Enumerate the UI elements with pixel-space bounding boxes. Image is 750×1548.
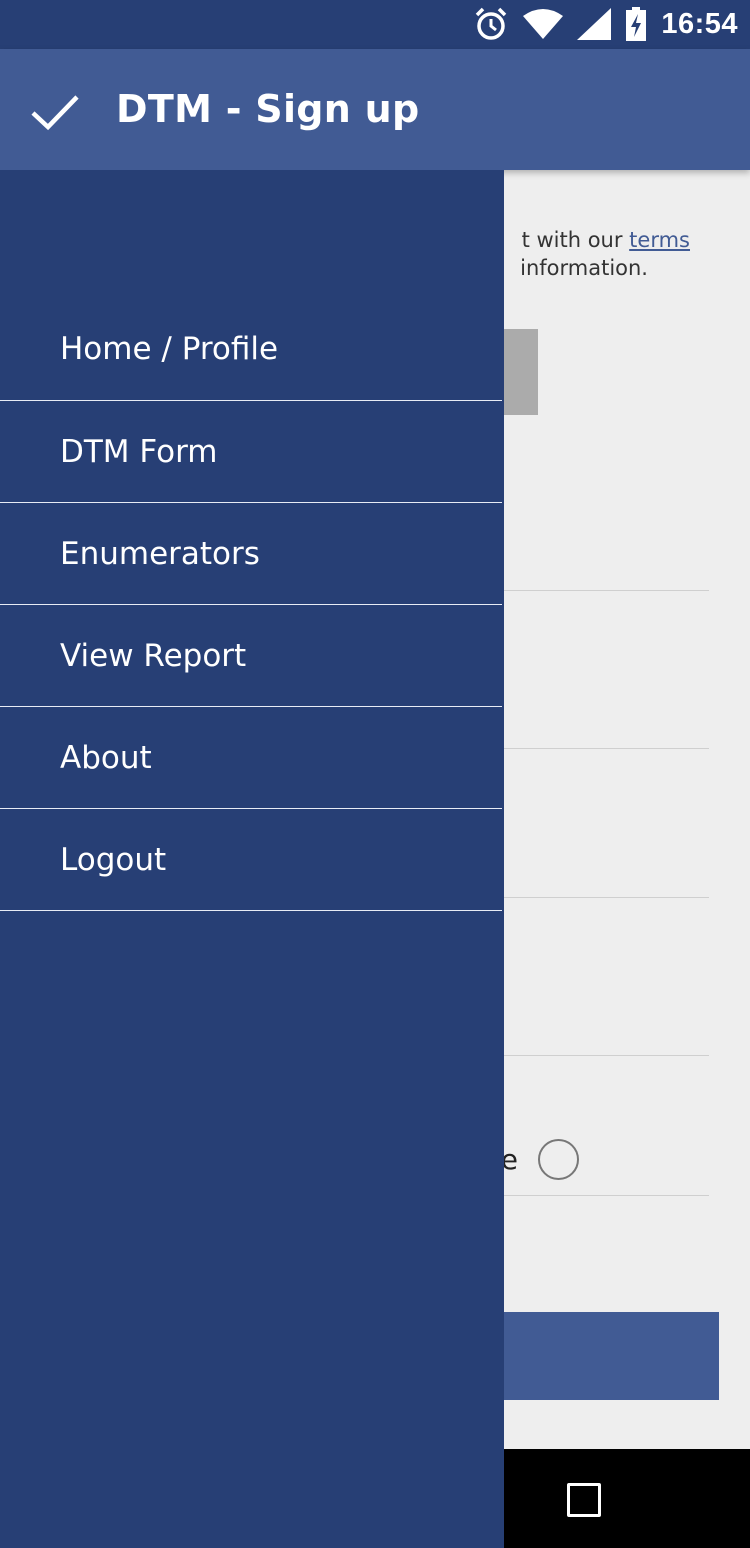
battery-charging-icon (625, 7, 647, 41)
input-underline[interactable] (480, 1055, 709, 1056)
check-icon[interactable] (30, 93, 80, 138)
drawer-item-label: Logout (60, 841, 167, 878)
terms-text-prefix: t with our (521, 228, 630, 252)
terms-link[interactable]: terms (629, 228, 690, 252)
wifi-icon (523, 8, 564, 40)
drawer-item-dtm-form[interactable]: DTM Form (0, 401, 502, 503)
status-icons: 16:54 (473, 4, 738, 44)
recents-icon[interactable] (567, 1483, 601, 1517)
navigation-drawer: Home / Profile DTM Form Enumerators View… (0, 170, 504, 1548)
drawer-item-home-profile[interactable]: Home / Profile (0, 298, 502, 401)
status-time: 16:54 (661, 7, 738, 40)
drawer-item-logout[interactable]: Logout (0, 809, 502, 911)
drawer-menu: Home / Profile DTM Form Enumerators View… (0, 298, 502, 911)
input-underline[interactable] (480, 897, 709, 898)
input-underline[interactable] (480, 748, 709, 749)
divider (480, 1195, 709, 1196)
drawer-item-label: About (60, 739, 152, 776)
drawer-item-label: Enumerators (60, 535, 260, 572)
drawer-item-enumerators[interactable]: Enumerators (0, 503, 502, 605)
alarm-icon (473, 6, 509, 42)
page-title: DTM - Sign up (116, 87, 420, 131)
status-bar: 16:54 (0, 0, 750, 49)
drawer-item-label: Home / Profile (60, 331, 279, 367)
radio-option[interactable]: e (480, 1137, 709, 1187)
signal-icon (577, 8, 612, 40)
drawer-item-view-report[interactable]: View Report (0, 605, 502, 707)
app-bar: DTM - Sign up (0, 49, 750, 170)
drawer-item-label: View Report (60, 637, 247, 674)
drawer-item-label: DTM Form (60, 433, 218, 470)
input-underline[interactable] (480, 590, 709, 591)
radio-button[interactable] (538, 1139, 579, 1180)
drawer-item-about[interactable]: About (0, 707, 502, 809)
sign-up-button[interactable] (480, 1312, 719, 1400)
